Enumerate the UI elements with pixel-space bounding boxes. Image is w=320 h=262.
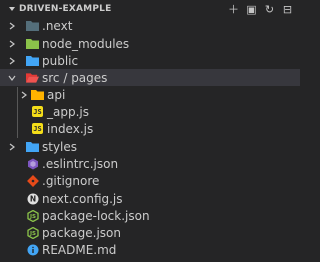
tree-item-label: next.config.js: [42, 191, 123, 206]
collapse-all-icon[interactable]: ⊟: [281, 3, 294, 16]
new-folder-icon[interactable]: ▣: [245, 3, 258, 16]
git-icon: [26, 174, 39, 187]
tree-item-node-modules[interactable]: node_modules: [0, 35, 300, 52]
node-folder-icon: [26, 38, 39, 50]
chevron-down-icon: [9, 6, 15, 11]
javascript-file-icon: JS: [32, 106, 43, 117]
nodejs-icon: JS: [26, 226, 39, 239]
eslint-icon: [26, 158, 39, 170]
tree-item-label: .eslintrc.json: [42, 156, 119, 171]
tree-item-app-js[interactable]: JS _app.js: [0, 103, 300, 120]
chevron-right-icon: [8, 141, 16, 153]
tree-item-public[interactable]: public: [0, 52, 300, 69]
tree-item-package-json[interactable]: JS package.json: [0, 224, 300, 241]
tree-item-styles[interactable]: styles: [0, 138, 300, 155]
tree-item-src-pages[interactable]: src / pages: [0, 69, 300, 86]
chevron-down-icon: [8, 72, 16, 84]
info-icon: [26, 244, 39, 256]
explorer-title[interactable]: DRIVEN-EXAMPLE: [9, 4, 111, 14]
src-folder-icon: [26, 72, 39, 84]
tree-item-eslintrc[interactable]: .eslintrc.json: [0, 155, 300, 172]
tree-item-readme[interactable]: README.md: [0, 241, 300, 258]
chevron-right-icon: [8, 38, 16, 50]
refresh-icon[interactable]: ↻: [263, 3, 276, 16]
tree-item-index-js[interactable]: JS index.js: [0, 120, 300, 137]
styles-folder-icon: [26, 141, 39, 153]
tree-item-label: .gitignore: [42, 173, 100, 188]
tree-item-label: public: [42, 53, 79, 68]
tree-item-gitignore[interactable]: .gitignore: [0, 172, 300, 189]
tree-item-next[interactable]: .next: [0, 17, 300, 34]
tree-item-label: _app.js: [47, 104, 89, 119]
tree-item-label: package.json: [42, 225, 122, 240]
tree-item-next-config[interactable]: N next.config.js: [0, 190, 300, 207]
folder-icon: [26, 20, 39, 32]
explorer-actions: ＋ ▣ ↻ ⊟: [227, 3, 294, 16]
svg-text:N: N: [29, 194, 35, 203]
tree-item-label: index.js: [47, 121, 94, 136]
tree-item-label: package-lock.json: [42, 208, 150, 223]
api-folder-icon: [31, 89, 44, 101]
nextjs-icon: N: [26, 193, 39, 205]
tree-item-package-lock[interactable]: JS package-lock.json: [0, 207, 300, 224]
javascript-file-icon: JS: [32, 123, 43, 134]
new-file-icon[interactable]: ＋: [227, 3, 240, 16]
tree-item-api[interactable]: api: [0, 86, 300, 103]
tree-item-label: .next: [42, 18, 73, 33]
public-folder-icon: [26, 55, 39, 67]
tree-item-label: api: [47, 87, 66, 102]
tree-item-label: styles: [42, 139, 78, 154]
chevron-right-icon: [20, 89, 28, 101]
nodejs-icon: JS: [26, 209, 39, 222]
chevron-right-icon: [8, 55, 16, 67]
svg-text:JS: JS: [28, 231, 35, 237]
tree-item-label: src / pages: [42, 70, 108, 85]
tree-item-label: node_modules: [42, 36, 130, 51]
tree-item-label: README.md: [42, 242, 117, 257]
explorer-header: DRIVEN-EXAMPLE ＋ ▣ ↻ ⊟: [0, 0, 300, 18]
svg-text:JS: JS: [28, 214, 35, 220]
chevron-right-icon: [8, 20, 16, 32]
